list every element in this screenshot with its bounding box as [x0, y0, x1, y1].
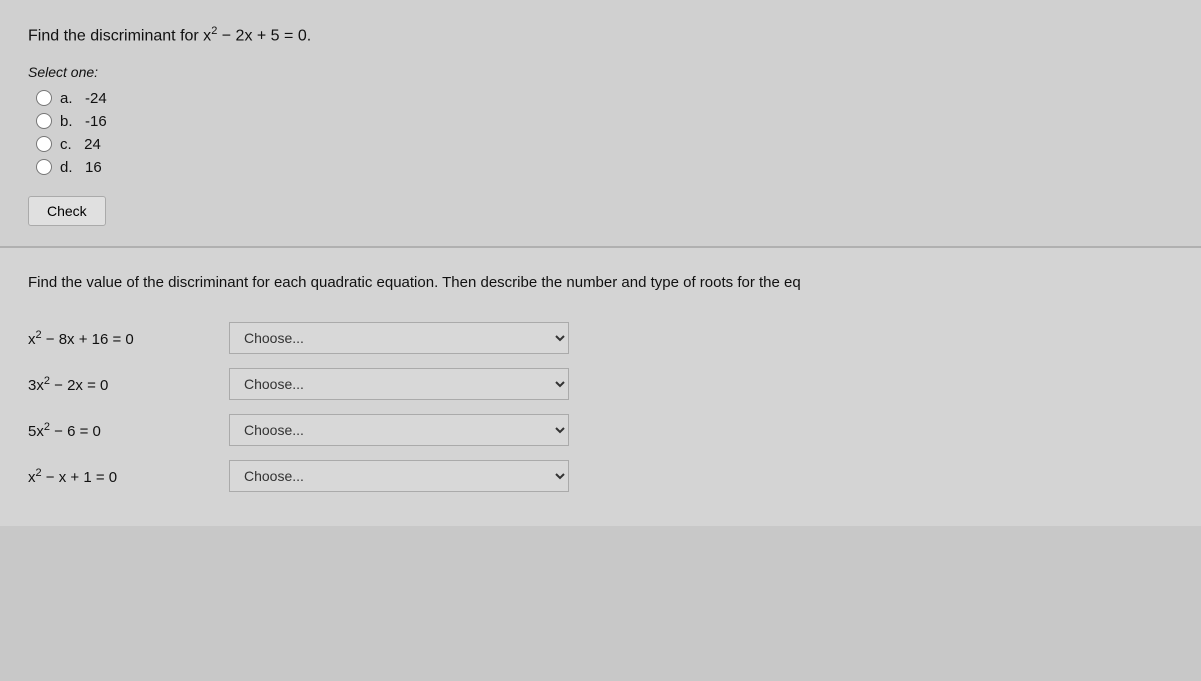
equation-row-2: 3x2 − 2x = 0 Choose... — [28, 368, 1173, 400]
option-c-label: c. 24 — [60, 136, 101, 153]
select-one-label: Select one: — [28, 64, 1173, 80]
section-discriminant-mcq: Find the discriminant for x2 − 2x + 5 = … — [0, 0, 1201, 248]
option-c[interactable]: c. 24 — [36, 136, 1173, 153]
section-discriminant-table: Find the value of the discriminant for e… — [0, 248, 1201, 527]
option-d[interactable]: d. 16 — [36, 159, 1173, 176]
radio-b[interactable] — [36, 113, 52, 129]
radio-group: a. -24 b. -16 c. 24 d. 16 — [36, 90, 1173, 176]
equation-label-1: x2 − 8x + 16 = 0 — [28, 329, 213, 348]
equation-label-4: x2 − x + 1 = 0 — [28, 467, 213, 486]
radio-c[interactable] — [36, 136, 52, 152]
choose-select-4[interactable]: Choose... — [229, 460, 569, 492]
choose-select-3[interactable]: Choose... — [229, 414, 569, 446]
equation-label-2: 3x2 − 2x = 0 — [28, 375, 213, 394]
equation-row-3: 5x2 − 6 = 0 Choose... — [28, 414, 1173, 446]
option-a-label: a. -24 — [60, 90, 107, 107]
option-b[interactable]: b. -16 — [36, 113, 1173, 130]
equation-label-3: 5x2 − 6 = 0 — [28, 421, 213, 440]
option-b-label: b. -16 — [60, 113, 107, 130]
section-bottom-title: Find the value of the discriminant for e… — [28, 272, 1173, 295]
choose-select-2[interactable]: Choose... — [229, 368, 569, 400]
option-a[interactable]: a. -24 — [36, 90, 1173, 107]
choose-select-1[interactable]: Choose... — [229, 322, 569, 354]
option-d-label: d. 16 — [60, 159, 102, 176]
radio-a[interactable] — [36, 90, 52, 106]
radio-d[interactable] — [36, 159, 52, 175]
equation-row-1: x2 − 8x + 16 = 0 Choose... — [28, 322, 1173, 354]
question-title: Find the discriminant for x2 − 2x + 5 = … — [28, 24, 1173, 48]
check-button[interactable]: Check — [28, 196, 106, 226]
equation-row-4: x2 − x + 1 = 0 Choose... — [28, 460, 1173, 492]
